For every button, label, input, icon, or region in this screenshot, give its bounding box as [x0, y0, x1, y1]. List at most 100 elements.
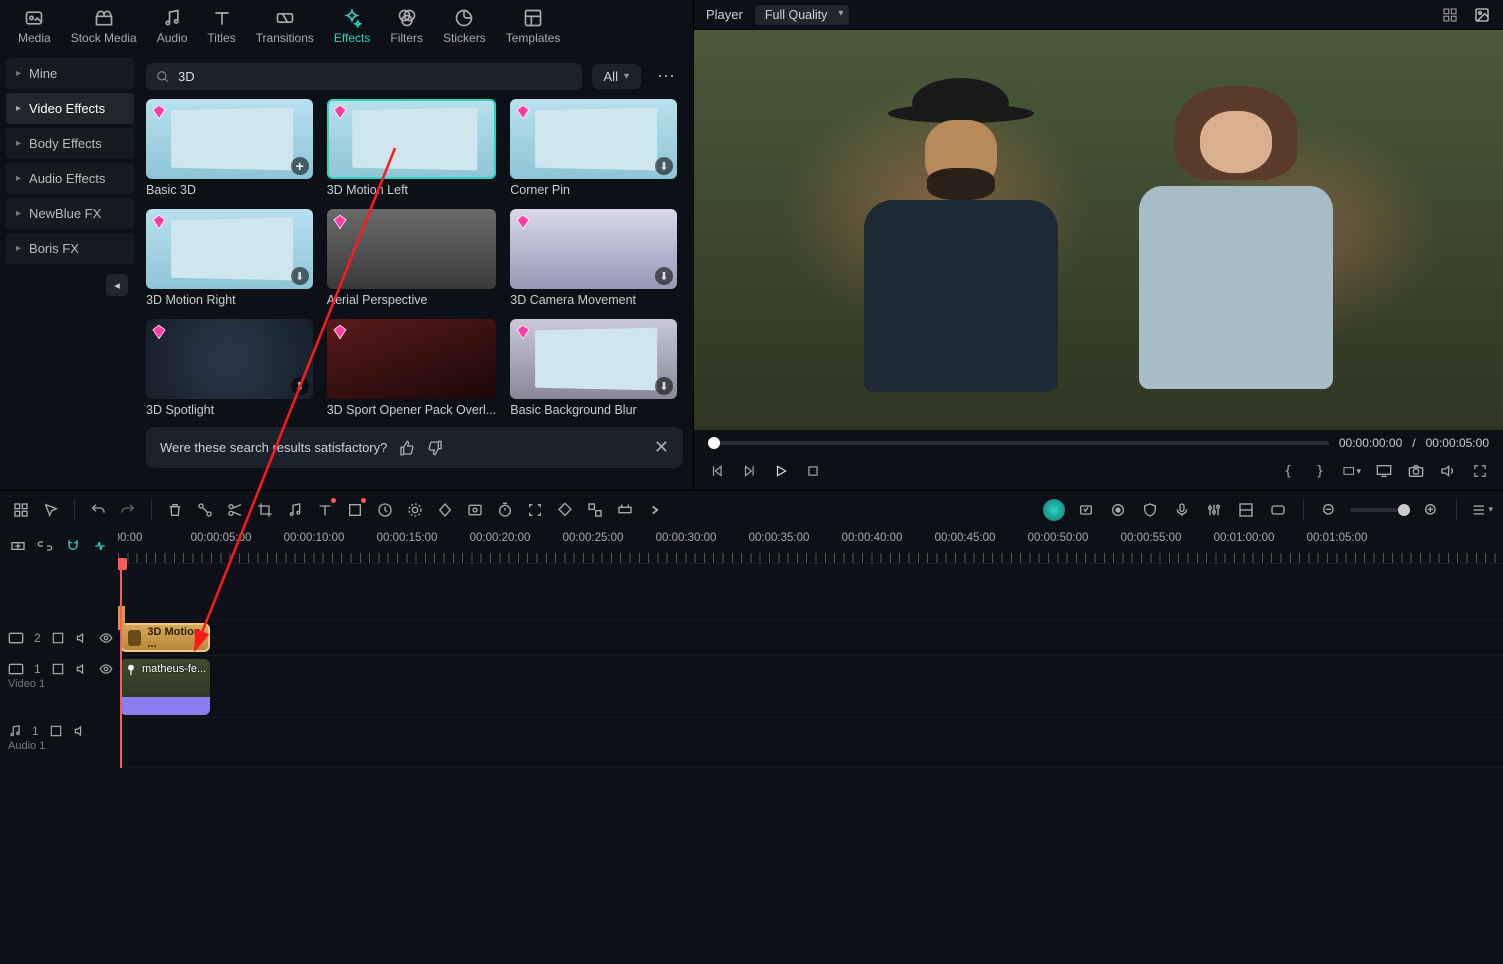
- sidebar-collapse[interactable]: ◂: [106, 274, 128, 296]
- speed-icon[interactable]: [374, 499, 396, 521]
- tag-icon[interactable]: [554, 499, 576, 521]
- track-view-icon[interactable]: ▾: [1471, 499, 1493, 521]
- zoom-in-icon[interactable]: [1420, 499, 1442, 521]
- lock-icon[interactable]: [51, 662, 65, 676]
- zoom-slider[interactable]: [1350, 508, 1410, 512]
- split-icon[interactable]: [194, 499, 216, 521]
- volume-icon[interactable]: [1439, 462, 1457, 480]
- link-icon[interactable]: [51, 631, 65, 645]
- sidebar-item-newblue-fx[interactable]: ▸NewBlue FX: [6, 198, 134, 229]
- pointer-tool-icon[interactable]: [10, 499, 32, 521]
- download-icon[interactable]: ⬇: [291, 267, 309, 285]
- selection-tool-icon[interactable]: [40, 499, 62, 521]
- video-track-head[interactable]: 1 Video 1: [0, 656, 118, 718]
- tab-filters[interactable]: Filters: [380, 1, 433, 51]
- cut-icon[interactable]: [224, 499, 246, 521]
- delete-icon[interactable]: [164, 499, 186, 521]
- playhead[interactable]: [120, 564, 122, 768]
- mask-icon[interactable]: [464, 499, 486, 521]
- lock-icon[interactable]: [49, 724, 63, 738]
- snapshot-icon[interactable]: [1407, 462, 1425, 480]
- shield-icon[interactable]: [1139, 499, 1161, 521]
- expand-icon[interactable]: [614, 499, 636, 521]
- eye-icon[interactable]: [99, 662, 113, 676]
- step-back-icon[interactable]: [740, 462, 758, 480]
- detect-icon[interactable]: [524, 499, 546, 521]
- tab-titles[interactable]: Titles: [197, 1, 245, 51]
- record-icon[interactable]: [1107, 499, 1129, 521]
- effects-search[interactable]: [146, 63, 582, 90]
- timeline-ruler[interactable]: 00:0000:00:05:0000:00:10:0000:00:15:0000…: [118, 528, 1503, 564]
- play-icon[interactable]: [772, 462, 790, 480]
- download-icon[interactable]: ⬇: [655, 157, 673, 175]
- aspect-icon[interactable]: ▾: [1343, 462, 1361, 480]
- image-icon[interactable]: [1473, 6, 1491, 24]
- tab-media[interactable]: Media: [8, 1, 61, 51]
- effect-card[interactable]: 3D Sport Opener Pack Overl...: [327, 319, 497, 417]
- ai-tool-icon[interactable]: [1043, 499, 1065, 521]
- effect-thumb[interactable]: ⬇: [146, 209, 313, 289]
- tab-stock[interactable]: Stock Media: [61, 1, 147, 51]
- player-tab[interactable]: Player: [706, 7, 743, 22]
- download-icon[interactable]: ⬇: [655, 377, 673, 395]
- text-tool-icon[interactable]: [314, 499, 336, 521]
- effect-thumb[interactable]: ⬇: [146, 319, 313, 399]
- track-link-icon[interactable]: [36, 535, 56, 557]
- close-icon[interactable]: ✕: [654, 437, 669, 458]
- video-clip[interactable]: matheus-fe...: [120, 659, 210, 715]
- tab-audio[interactable]: Audio: [147, 1, 198, 51]
- transform-icon[interactable]: [344, 499, 366, 521]
- download-icon[interactable]: ⬇: [655, 267, 673, 285]
- monitor-icon[interactable]: [1375, 462, 1393, 480]
- sidebar-item-mine[interactable]: ▸Mine: [6, 58, 134, 89]
- effect-card[interactable]: ⬇3D Camera Movement: [510, 209, 677, 307]
- video-track[interactable]: matheus-fe...: [118, 656, 1503, 718]
- mute-icon[interactable]: [75, 631, 89, 645]
- fx-track-head[interactable]: 2: [0, 620, 118, 656]
- effect-thumb[interactable]: ⬇: [510, 99, 677, 179]
- tab-effects[interactable]: Effects: [324, 1, 380, 51]
- timer-icon[interactable]: [494, 499, 516, 521]
- tab-stickers[interactable]: Stickers: [433, 1, 496, 51]
- effect-thumb[interactable]: [327, 319, 497, 399]
- fx-track[interactable]: 3D Motion ...: [118, 620, 1503, 656]
- effect-card[interactable]: +Basic 3D: [146, 99, 313, 197]
- auto-ripple-icon[interactable]: [91, 535, 111, 557]
- effect-thumb[interactable]: [327, 99, 497, 179]
- enhance-icon[interactable]: [1075, 499, 1097, 521]
- thumbs-down-icon[interactable]: [427, 440, 443, 456]
- scrubber[interactable]: [708, 441, 1329, 445]
- sidebar-item-body-effects[interactable]: ▸Body Effects: [6, 128, 134, 159]
- mute-icon[interactable]: [75, 662, 89, 676]
- mute-icon[interactable]: [73, 724, 87, 738]
- redo-icon[interactable]: [117, 499, 139, 521]
- mark-in-icon[interactable]: {: [1279, 462, 1297, 480]
- effect-card[interactable]: ⬇Basic Background Blur: [510, 319, 677, 417]
- effect-card[interactable]: ⬇3D Motion Right: [146, 209, 313, 307]
- mark-out-icon[interactable]: }: [1311, 462, 1329, 480]
- layout-grid-icon[interactable]: [1441, 6, 1459, 24]
- mic-icon[interactable]: [1171, 499, 1193, 521]
- effect-thumb[interactable]: ⬇: [510, 209, 677, 289]
- more-tools-icon[interactable]: [644, 499, 666, 521]
- audio-tool-icon[interactable]: [284, 499, 306, 521]
- effect-card[interactable]: Aerial Perspective: [327, 209, 497, 307]
- audio-track[interactable]: [118, 718, 1503, 768]
- effect-thumb[interactable]: +: [146, 99, 313, 179]
- stop-icon[interactable]: [804, 462, 822, 480]
- more-menu[interactable]: ⋯: [651, 62, 683, 91]
- effect-card[interactable]: 3D Motion Left: [327, 99, 497, 197]
- marker-add-icon[interactable]: [1267, 499, 1289, 521]
- effect-thumb[interactable]: [327, 209, 497, 289]
- effect-clip[interactable]: 3D Motion ...: [120, 623, 210, 652]
- tab-templates[interactable]: Templates: [496, 1, 571, 51]
- zoom-out-icon[interactable]: [1318, 499, 1340, 521]
- magnet-icon[interactable]: [63, 535, 83, 557]
- download-icon[interactable]: ⬇: [291, 377, 309, 395]
- track-add-icon[interactable]: [8, 535, 28, 557]
- sidebar-item-video-effects[interactable]: ▸Video Effects: [6, 93, 134, 124]
- tab-transitions[interactable]: Transitions: [246, 1, 324, 51]
- thumbs-up-icon[interactable]: [399, 440, 415, 456]
- add-icon[interactable]: +: [291, 157, 309, 175]
- sidebar-item-boris-fx[interactable]: ▸Boris FX: [6, 233, 134, 264]
